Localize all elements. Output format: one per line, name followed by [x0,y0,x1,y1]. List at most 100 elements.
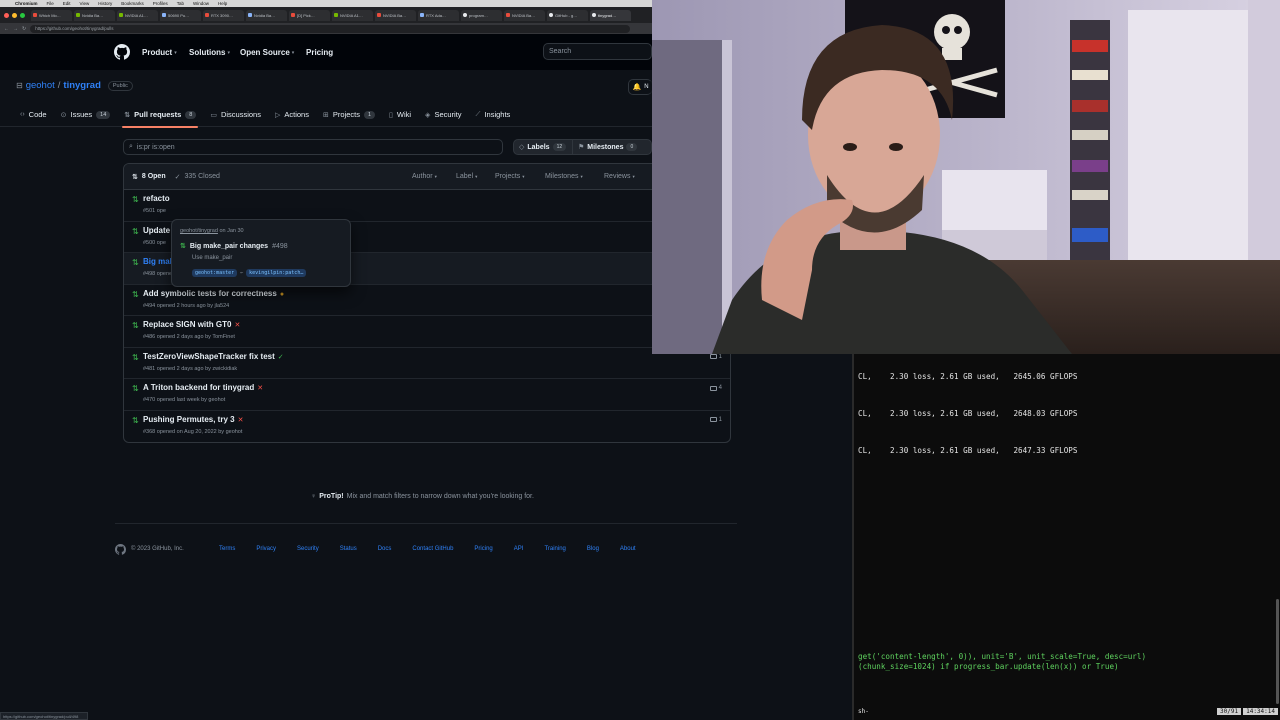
nav-solutions[interactable]: Solutions ▾ [189,48,230,57]
ci-pending-icon[interactable]: ● [280,291,284,298]
open-filter-link[interactable]: ⇅ 8 Open [132,173,166,181]
tab-insights[interactable]: ⟋ Insights [476,103,511,127]
forward-arrow-icon[interactable]: → [13,26,18,32]
nav-pricing[interactable]: Pricing [306,48,333,57]
browser-tab[interactable]: RTX Ada… [418,9,459,21]
closed-filter-link[interactable]: ✓ 335 Closed [175,173,220,181]
terminal-prompt[interactable]: sh- [858,708,869,715]
footer-link-training[interactable]: Training [544,546,565,552]
head-branch-label[interactable]: kevingilpin:patch… [246,269,307,277]
browser-tab[interactable]: RTX 3090… [203,9,244,21]
footer-link-about[interactable]: About [620,546,636,552]
pull-request-row[interactable]: ⇅ refacto #501 ope [124,190,730,222]
filter-input[interactable]: ⌕ is:pr is:open [123,139,503,155]
footer-link-status[interactable]: Status [340,546,357,552]
menu-view[interactable]: View [80,1,90,6]
pull-request-row[interactable]: ⇅ Replace SIGN with GT0 ✕ #486 opened 2 d… [124,316,730,348]
browser-tab[interactable]: Nvidia Ba… [246,9,287,21]
ci-failure-icon[interactable]: ✕ [257,385,263,392]
footer-link-docs[interactable]: Docs [378,546,392,552]
menu-file[interactable]: File [47,1,54,6]
projects-filter[interactable]: Projects ▾ [495,173,525,180]
pull-request-title[interactable]: Replace SIGN with GT0 ✕ [143,320,240,329]
tab-code[interactable]: ‹› Code [20,103,47,127]
footer-link-contact[interactable]: Contact GitHub [412,546,453,552]
browser-tab[interactable]: NVIDIA Ba… [375,9,416,21]
menu-help[interactable]: Help [218,1,227,6]
nav-product[interactable]: Product ▾ [142,48,177,57]
menu-bookmarks[interactable]: Bookmarks [121,1,144,6]
browser-tab[interactable]: NVIDIA A1… [117,9,158,21]
footer-link-pricing[interactable]: Pricing [474,546,492,552]
comment-count-link[interactable]: 4 [709,385,722,391]
comment-count-link[interactable]: 1 [709,417,722,423]
tab-projects[interactable]: ⊞ Projects 1 [323,103,376,127]
footer-link-blog[interactable]: Blog [587,546,599,552]
search-input[interactable]: Search [543,43,652,60]
browser-tab[interactable]: GitHub - g… [547,9,588,21]
back-arrow-icon[interactable]: ← [4,26,9,32]
menu-window[interactable]: Window [193,1,209,6]
browser-tab[interactable]: Nvidia Ba… [74,9,115,21]
browser-tab[interactable]: NVIDIA A1… [332,9,373,21]
menu-tab[interactable]: Tab [177,1,184,6]
pull-request-title[interactable]: A Triton backend for tinygrad ✕ [143,383,263,392]
browser-tab[interactable]: Which Mo… [31,9,72,21]
browser-tab[interactable]: 50690 Pu… [160,9,201,21]
hovercard-repo-link[interactable]: geohot/tinygrad [180,228,218,234]
url-field[interactable]: https://github.com/geohot/tinygrad/pulls [30,24,631,33]
hovercard-title[interactable]: ⇅ Big make_pair changes #498 [180,242,288,251]
terminal-window[interactable]: CL, 2.30 loss, 2.61 GB used, 2645.06 GFL… [852,354,1280,720]
zoom-window-button[interactable] [20,12,25,18]
browser-tab[interactable]: [D] Pick… [289,9,330,21]
github-logo-icon[interactable] [115,544,126,555]
footer-link-api[interactable]: API [514,546,524,552]
notifications-button[interactable]: 🔔 N [628,79,652,95]
tab-pull-requests[interactable]: ⇅ Pull requests 8 [122,103,199,128]
pull-request-row[interactable]: ⇅ Pushing Permutes, try 3 ✕ #368 opened o… [124,411,730,443]
github-logo-icon[interactable] [114,44,130,60]
ci-failure-icon[interactable]: ✕ [234,322,240,329]
close-window-button[interactable] [4,12,9,18]
pull-request-title[interactable]: Pushing Permutes, try 3 ✕ [143,415,243,424]
ci-failure-icon[interactable]: ✕ [238,417,244,424]
pull-request-row[interactable]: ⇅ A Triton backend for tinygrad ✕ #470 op… [124,379,730,411]
milestones-filter[interactable]: Milestones ▾ [545,173,583,180]
tab-wiki[interactable]: ▯ Wiki [389,103,411,127]
pull-request-row[interactable]: ⇅ TestZeroViewShapeTracker fix test ✓ #48… [124,348,730,379]
tab-actions[interactable]: ▷ Actions [275,103,309,127]
repo-owner-link[interactable]: geohot [26,80,55,91]
terminal-scrollbar[interactable] [1276,599,1279,704]
browser-tab-active[interactable]: tinygrad… [590,9,631,21]
base-branch-label[interactable]: geohot:master [192,269,238,277]
ci-success-icon[interactable]: ✓ [278,354,284,361]
tab-favicon-icon [33,13,37,17]
label-filter[interactable]: Label ▾ [456,173,477,180]
tab-discussions[interactable]: ▭ Discussions [210,103,261,127]
pull-request-title[interactable]: TestZeroViewShapeTracker fix test ✓ [143,352,284,361]
footer-link-security[interactable]: Security [297,546,319,552]
labels-button[interactable]: ◇ Labels 12 [513,139,573,155]
menu-edit[interactable]: Edit [63,1,71,6]
minimize-window-button[interactable] [12,12,17,18]
nav-open-source[interactable]: Open Source ▾ [240,48,294,57]
reload-icon[interactable]: ↻ [22,26,26,32]
menu-app[interactable]: Chromium [15,1,38,6]
pull-request-row[interactable]: ⇅ Add symbolic tests for correctness ● #4… [124,285,730,316]
browser-tab[interactable]: program… [461,9,502,21]
milestones-button[interactable]: ⚑ Milestones 0 [573,139,652,155]
pull-request-title[interactable]: Update [143,226,170,235]
browser-tab[interactable]: NVIDIA Ba… [504,9,545,21]
pull-request-title[interactable]: refacto [143,194,170,203]
reviews-filter[interactable]: Reviews ▾ [604,173,635,180]
footer-link-terms[interactable]: Terms [219,546,235,552]
tab-security[interactable]: ◈ Security [425,103,461,127]
menu-profiles[interactable]: Profiles [153,1,168,6]
footer-link-privacy[interactable]: Privacy [256,546,276,552]
menu-history[interactable]: History [98,1,112,6]
tab-issues[interactable]: ⊙ Issues 14 [61,103,111,127]
pull-request-title[interactable]: Add symbolic tests for correctness ● [143,289,284,298]
comment-count-link[interactable]: 1 [709,354,722,360]
repo-name-link[interactable]: tinygrad [63,80,100,91]
author-filter[interactable]: Author ▾ [412,173,437,180]
